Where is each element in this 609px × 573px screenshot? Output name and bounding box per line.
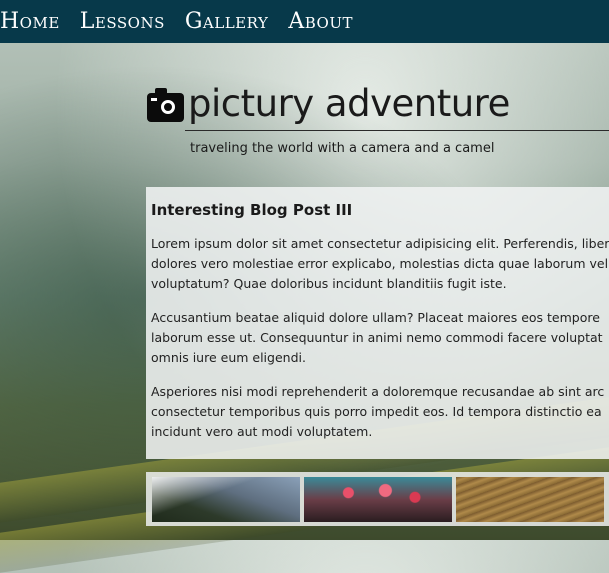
- post-paragraph: Accusantium beatae aliquid dolore ullam?…: [151, 310, 603, 365]
- blog-post: Interesting Blog Post III Lorem ipsum do…: [146, 187, 609, 459]
- post-paragraph: Asperiores nisi modi reprehenderit a dol…: [151, 384, 605, 439]
- post-title: Interesting Blog Post III: [151, 201, 353, 219]
- gallery-image-rice-terrace[interactable]: [456, 477, 604, 522]
- nav-link-home[interactable]: Home: [0, 0, 60, 43]
- gallery-image-lantern-street[interactable]: [304, 477, 452, 522]
- photo-gallery: [146, 472, 609, 526]
- site-tagline: traveling the world with a camera and a …: [190, 141, 495, 156]
- gallery-image-mountain[interactable]: [152, 477, 300, 522]
- nav-link-lessons[interactable]: Lessons: [80, 0, 165, 43]
- title-divider: [185, 130, 609, 131]
- site-header: pictury adventure traveling the world wi…: [147, 82, 609, 162]
- post-paragraph: Lorem ipsum dolor sit amet consectetur a…: [151, 236, 609, 291]
- site-title: pictury adventure: [188, 82, 510, 125]
- camera-icon: [147, 88, 184, 122]
- top-navigation: Home Lessons Gallery About: [0, 0, 609, 43]
- nav-link-gallery[interactable]: Gallery: [185, 0, 269, 43]
- nav-link-about[interactable]: About: [288, 0, 353, 43]
